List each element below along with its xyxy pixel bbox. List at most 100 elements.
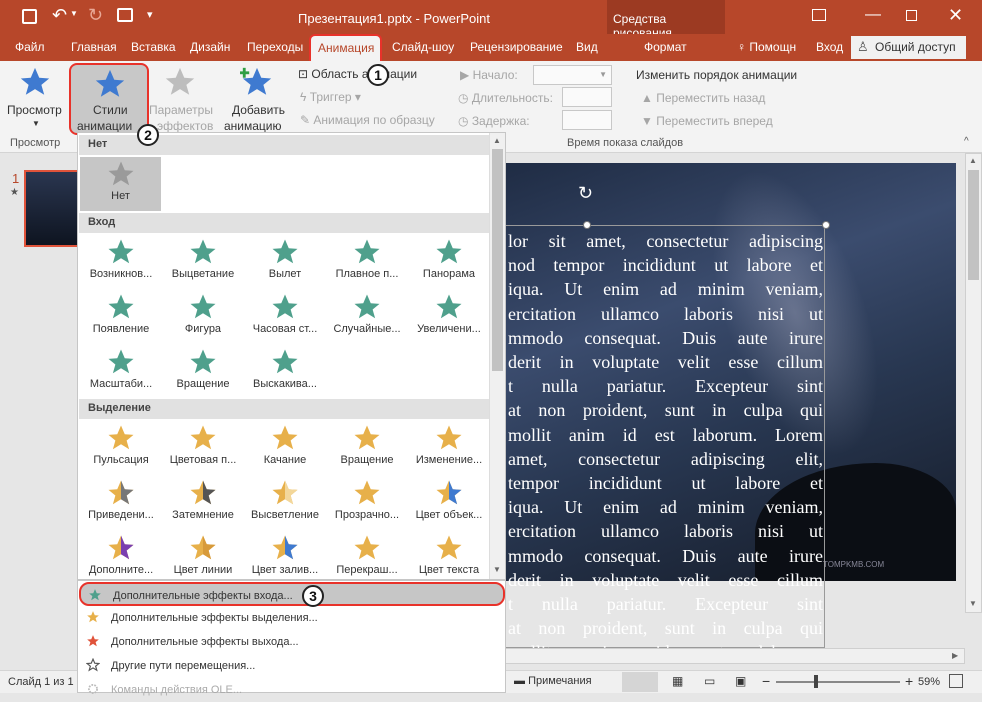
- slide-body-text[interactable]: lor sit amet, consectetur adipiscing nod …: [508, 229, 823, 649]
- start-dropdown[interactable]: ▼: [533, 65, 612, 85]
- entrance-effect-0[interactable]: Возникнов...: [80, 235, 162, 289]
- undo-dropdown-icon[interactable]: ▼: [70, 9, 78, 18]
- effect-options-button[interactable]: Параметры эффектов: [147, 63, 215, 135]
- tab-view[interactable]: Вид: [576, 40, 598, 54]
- resize-handle-top[interactable]: [583, 221, 591, 229]
- emphasis-effect-9[interactable]: Цвет объек...: [408, 476, 490, 530]
- zoom-slider[interactable]: [776, 675, 900, 688]
- emphasis-effect-14[interactable]: Цвет текста: [408, 531, 490, 579]
- normal-view-button[interactable]: [622, 672, 658, 692]
- animation-painter-button[interactable]: ✎ Анимация по образцу: [300, 113, 435, 127]
- scroll-right-icon[interactable]: ▶: [952, 651, 958, 660]
- delay-input[interactable]: [562, 110, 612, 130]
- more-emphasis-effects[interactable]: Дополнительные эффекты выделения...: [79, 606, 505, 630]
- animation-pane-label: Область анимации: [311, 67, 418, 81]
- slideshow-view-icon[interactable]: ▣: [735, 674, 746, 688]
- scroll-down-icon[interactable]: ▼: [969, 599, 977, 608]
- entrance-effect-2[interactable]: Вылет: [244, 235, 326, 289]
- zoom-out-icon[interactable]: −: [762, 673, 770, 689]
- entrance-effect-10[interactable]: Масштаби...: [80, 345, 162, 399]
- entrance-effect-12[interactable]: Выскакива...: [244, 345, 326, 399]
- vertical-scrollbar[interactable]: ▲ ▼: [965, 153, 982, 613]
- emphasis-effect-3[interactable]: Вращение: [326, 421, 408, 475]
- fit-slide-icon[interactable]: [949, 674, 963, 688]
- animation-styles-button[interactable]: Стили анимации: [69, 63, 149, 135]
- entrance-effect-9[interactable]: Увеличени...: [408, 290, 490, 344]
- help-lightbulb[interactable]: ♀ Помощн: [737, 40, 796, 54]
- undo-icon[interactable]: ↶: [52, 5, 67, 26]
- tab-file[interactable]: Файл: [15, 40, 45, 54]
- move-earlier-button[interactable]: ▲ Переместить назад: [641, 91, 765, 105]
- entrance-effect-11[interactable]: Вращение: [162, 345, 244, 399]
- emphasis-effect-7[interactable]: Высветление: [244, 476, 326, 530]
- entrance-effect-8[interactable]: Случайные...: [326, 290, 408, 344]
- gallery-scrollbar[interactable]: ▲ ▼: [489, 133, 505, 579]
- customize-toolbar-icon[interactable]: ▾: [147, 8, 153, 21]
- more-motion-paths[interactable]: Другие пути перемещения...: [79, 654, 505, 678]
- emphasis-effect-label: Перекраш...: [336, 564, 398, 576]
- slide-thumbnail[interactable]: [24, 170, 80, 247]
- zoom-percent[interactable]: 59%: [918, 676, 940, 688]
- tab-animations[interactable]: Анимация: [309, 34, 382, 61]
- anim-none[interactable]: Нет: [80, 157, 161, 211]
- tab-insert[interactable]: Вставка: [131, 40, 176, 54]
- emphasis-effect-10[interactable]: Дополните...: [80, 531, 162, 579]
- scroll-up-icon[interactable]: ▲: [969, 156, 977, 165]
- styles-star-icon: [95, 69, 125, 97]
- emphasis-effect-5[interactable]: Приведени...: [80, 476, 162, 530]
- zoom-in-icon[interactable]: +: [905, 673, 913, 689]
- preview-button[interactable]: Просмотр ▼: [4, 63, 66, 133]
- ribbon-options-icon[interactable]: [812, 9, 826, 21]
- emphasis-effect-8[interactable]: Прозрачно...: [326, 476, 408, 530]
- tab-transitions[interactable]: Переходы: [247, 40, 303, 54]
- share-button[interactable]: ♙ Общий доступ: [851, 36, 966, 59]
- horizontal-scrollbar[interactable]: ▶: [505, 648, 965, 664]
- tab-design[interactable]: Дизайн: [190, 40, 230, 54]
- scroll-thumb[interactable]: [968, 170, 979, 280]
- slide-sorter-icon[interactable]: ▦: [672, 674, 683, 688]
- emphasis-effect-13[interactable]: Перекраш...: [326, 531, 408, 579]
- reading-view-icon[interactable]: ▭: [704, 674, 715, 688]
- add-animation-button[interactable]: Добавить анимацию: [222, 63, 294, 135]
- gallery-scroll-up-icon[interactable]: ▲: [493, 136, 501, 145]
- emphasis-effect-6[interactable]: Затемнение: [162, 476, 244, 530]
- more-exit-effects[interactable]: Дополнительные эффекты выхода...: [79, 630, 505, 654]
- ole-action-verbs[interactable]: Команды действия OLE...: [79, 678, 505, 702]
- redo-icon[interactable]: ↻: [88, 5, 103, 26]
- entrance-effect-1[interactable]: Выцветание: [162, 235, 244, 289]
- emphasis-effect-0[interactable]: Пульсация: [80, 421, 162, 475]
- tab-slideshow[interactable]: Слайд-шоу: [392, 40, 454, 54]
- entrance-effect-6[interactable]: Фигура: [162, 290, 244, 344]
- save-icon[interactable]: [22, 9, 37, 24]
- emphasis-effect-12[interactable]: Цвет залив...: [244, 531, 326, 579]
- move-later-button[interactable]: ▼ Переместить вперед: [641, 114, 773, 128]
- duration-input[interactable]: [562, 87, 612, 107]
- gallery-scroll-down-icon[interactable]: ▼: [493, 565, 501, 574]
- entrance-effect-5[interactable]: Появление: [80, 290, 162, 344]
- tab-review[interactable]: Рецензирование: [470, 40, 563, 54]
- emphasis-effect-4[interactable]: Изменение...: [408, 421, 490, 475]
- entrance-effect-3[interactable]: Плавное п...: [326, 235, 408, 289]
- tab-format[interactable]: Формат: [644, 40, 687, 54]
- emphasis-effect-2[interactable]: Качание: [244, 421, 326, 475]
- rotate-handle-icon[interactable]: ↻: [578, 183, 593, 204]
- animation-pane-button[interactable]: ⊡ Область анимации: [298, 67, 417, 81]
- trigger-button[interactable]: ϟ Триггер ▾: [300, 90, 361, 104]
- zoom-slider-thumb[interactable]: [814, 675, 818, 688]
- minimize-icon[interactable]: —: [865, 6, 881, 24]
- gallery-scroll-thumb[interactable]: [492, 149, 503, 371]
- emphasis-effect-11[interactable]: Цвет линии: [162, 531, 244, 579]
- entrance-effect-7[interactable]: Часовая ст...: [244, 290, 326, 344]
- notes-button[interactable]: ▬ Примечания: [514, 675, 592, 687]
- more-entrance-effects[interactable]: Дополнительные эффекты входа...: [79, 582, 505, 606]
- collapse-ribbon-icon[interactable]: ^: [964, 136, 969, 147]
- start-slideshow-icon[interactable]: [117, 8, 133, 22]
- slide-text-line: amet, consectetur adipiscing elit,: [508, 448, 823, 469]
- close-icon[interactable]: ✕: [948, 5, 963, 26]
- emphasis-effect-1[interactable]: Цветовая п...: [162, 421, 244, 475]
- resize-handle-right[interactable]: [822, 221, 830, 229]
- login-link[interactable]: Вход: [816, 40, 843, 54]
- maximize-icon[interactable]: [906, 10, 917, 21]
- entrance-effect-4[interactable]: Панорама: [408, 235, 490, 289]
- tab-home[interactable]: Главная: [71, 40, 117, 54]
